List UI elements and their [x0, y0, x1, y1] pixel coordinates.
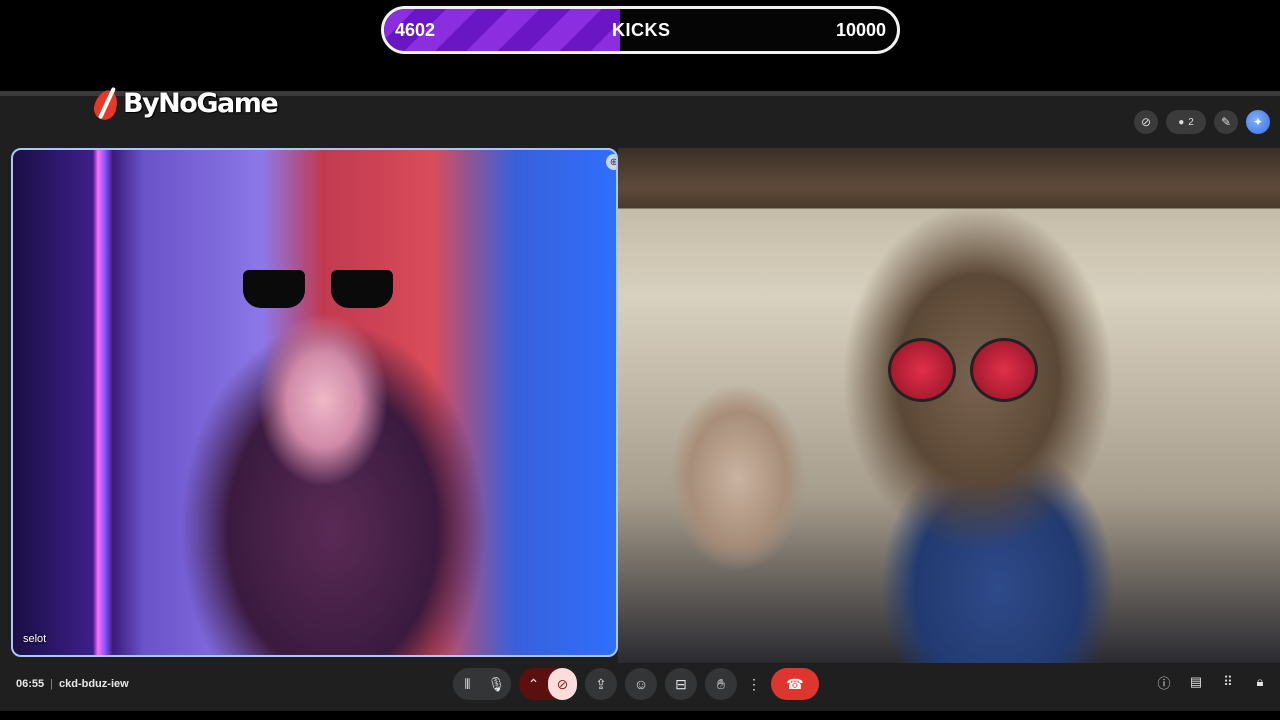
participants-icon: ● [1178, 116, 1185, 128]
camera-control-group: ⌃ ⊘ [519, 668, 577, 700]
gemini-icon[interactable]: ✦ [1246, 110, 1270, 134]
video-tile-selot[interactable]: ⊕ selot [11, 148, 618, 657]
emoji-icon[interactable]: ☺ [625, 668, 657, 700]
participants-count: 2 [1188, 116, 1194, 128]
edit-icon[interactable]: ✎ [1214, 110, 1238, 134]
video-content [243, 270, 393, 312]
chevron-up-icon[interactable]: ⌃ [519, 668, 548, 700]
audio-control-group: ⫴ 🎙︎ [453, 668, 511, 700]
activities-icon[interactable]: ⠿ [1220, 674, 1236, 690]
top-toolbar: ⊘ ● 2 ✎ ✦ [1134, 110, 1270, 134]
brand-name: ByNoGame [123, 87, 279, 119]
kicks-label: KICKS [612, 20, 671, 40]
tile-name-label: selot [23, 633, 47, 645]
logo-icon [90, 84, 122, 123]
raise-hand-icon[interactable]: ✋︎ [705, 668, 737, 700]
pin-icon[interactable]: ⊕ [606, 154, 616, 170]
present-icon[interactable]: ⇪ [585, 668, 617, 700]
kicks-progress-bar: 4602 KICKS 10000 [381, 6, 900, 54]
side-panel-controls: ⓘ ▤ ⠿ 🔒︎ [1156, 674, 1268, 691]
meeting-info: 06:55 | ckd-bduz-iew [16, 678, 129, 690]
meeting-info-separator: | [50, 678, 53, 690]
kicks-goal-count: 10000 [835, 20, 886, 40]
video-content [888, 338, 1038, 402]
video-tile-guest[interactable] [618, 148, 1280, 663]
microphone-icon[interactable]: 🎙︎ [482, 668, 511, 700]
meeting-window: ⊘ ● 2 ✎ ✦ ⊕ selot 06:55 | ckd-bduz-iew ⫴… [0, 91, 1280, 711]
more-options-icon[interactable]: ⋮ [745, 668, 763, 700]
meeting-code[interactable]: ckd-bduz-iew [59, 678, 129, 690]
camera-off-icon[interactable]: ⊘ [1134, 110, 1158, 134]
brand-logo: ByNoGame [90, 84, 279, 123]
audio-levels-icon[interactable]: ⫴ [453, 668, 482, 700]
chat-icon[interactable]: ▤ [1188, 674, 1204, 690]
host-controls-icon[interactable]: 🔒︎ [1252, 674, 1268, 690]
hang-up-icon[interactable]: ☎ [771, 668, 819, 700]
bottom-bar: 06:55 | ckd-bduz-iew ⫴ 🎙︎ ⌃ ⊘ ⇪ ☺ ⊟ ✋︎ ⋮… [0, 666, 1280, 706]
call-controls: ⫴ 🎙︎ ⌃ ⊘ ⇪ ☺ ⊟ ✋︎ ⋮ ☎ [453, 668, 819, 700]
captions-icon[interactable]: ⊟ [665, 668, 697, 700]
meeting-time: 06:55 [16, 678, 45, 690]
kicks-current-count: 4602 [395, 20, 436, 40]
info-icon[interactable]: ⓘ [1156, 674, 1172, 691]
camera-off-icon[interactable]: ⊘ [548, 668, 577, 700]
participants-button[interactable]: ● 2 [1166, 110, 1206, 134]
